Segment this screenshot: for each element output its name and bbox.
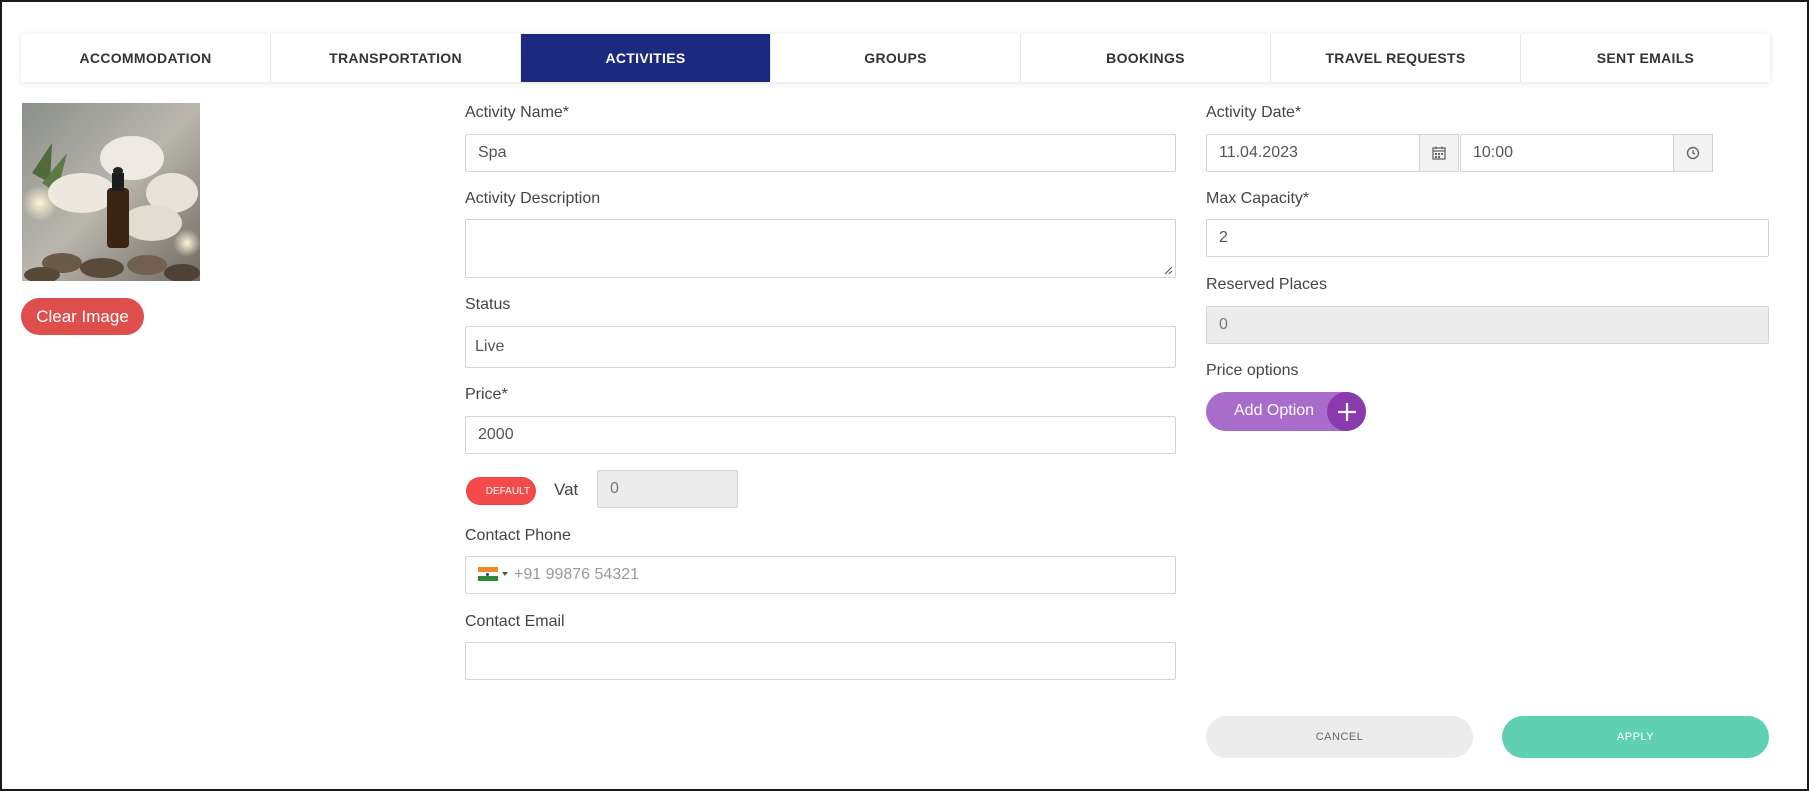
tab-activities[interactable]: ACTIVITIES — [521, 34, 771, 82]
vat-label: Vat — [554, 480, 579, 499]
add-option-button[interactable]: Add Option — [1206, 392, 1366, 431]
activity-date-input[interactable]: 11.04.2023 — [1206, 134, 1420, 172]
tab-bar: ACCOMMODATION TRANSPORTATION ACTIVITIES … — [21, 34, 1770, 82]
clear-image-button[interactable]: Clear Image — [21, 298, 144, 335]
price-options-label: Price options — [1206, 362, 1299, 379]
max-capacity-label: Max Capacity* — [1206, 190, 1310, 207]
activity-description-label: Activity Description — [465, 190, 601, 207]
activity-name-input[interactable]: Spa — [465, 134, 1176, 172]
vat-input: 0 — [597, 470, 738, 508]
max-capacity-input[interactable]: 2 — [1206, 219, 1769, 257]
default-toggle-label: DEFAULT — [485, 485, 530, 497]
plus-icon — [1327, 392, 1366, 431]
price-input[interactable]: 2000 — [465, 416, 1176, 454]
activity-name-label: Activity Name* — [465, 104, 570, 121]
tab-transportation[interactable]: TRANSPORTATION — [271, 34, 521, 82]
contact-phone-label: Contact Phone — [465, 527, 571, 544]
activity-time-input[interactable]: 10:00 — [1460, 134, 1674, 172]
india-flag-icon[interactable] — [478, 567, 498, 581]
price-label: Price* — [465, 386, 508, 403]
reserved-places-label: Reserved Places — [1206, 276, 1327, 293]
tab-accommodation[interactable]: ACCOMMODATION — [21, 34, 271, 82]
calendar-icon[interactable] — [1419, 134, 1459, 172]
resize-handle-icon[interactable] — [1163, 265, 1173, 275]
tab-sent-emails[interactable]: SENT EMAILS — [1521, 34, 1770, 82]
country-dropdown-caret-icon[interactable] — [502, 572, 508, 576]
cancel-button[interactable]: CANCEL — [1206, 716, 1473, 758]
tab-bookings[interactable]: BOOKINGS — [1021, 34, 1271, 82]
contact-email-input[interactable] — [465, 642, 1176, 680]
add-option-label: Add Option — [1234, 402, 1315, 419]
activity-description-textarea[interactable] — [465, 219, 1176, 278]
status-select[interactable]: Live — [465, 326, 1176, 368]
activity-date-label: Activity Date* — [1206, 104, 1302, 121]
contact-phone-input[interactable]: +91 99876 54321 — [465, 556, 1176, 594]
status-label: Status — [465, 296, 511, 313]
reserved-places-input: 0 — [1206, 306, 1769, 344]
tab-travel-requests[interactable]: TRAVEL REQUESTS — [1271, 34, 1521, 82]
apply-button[interactable]: APPLY — [1502, 716, 1769, 758]
activity-image — [22, 103, 200, 281]
clock-icon[interactable] — [1673, 134, 1713, 172]
default-toggle[interactable]: DEFAULT — [466, 477, 536, 505]
contact-email-label: Contact Email — [465, 613, 565, 630]
tab-groups[interactable]: GROUPS — [771, 34, 1021, 82]
